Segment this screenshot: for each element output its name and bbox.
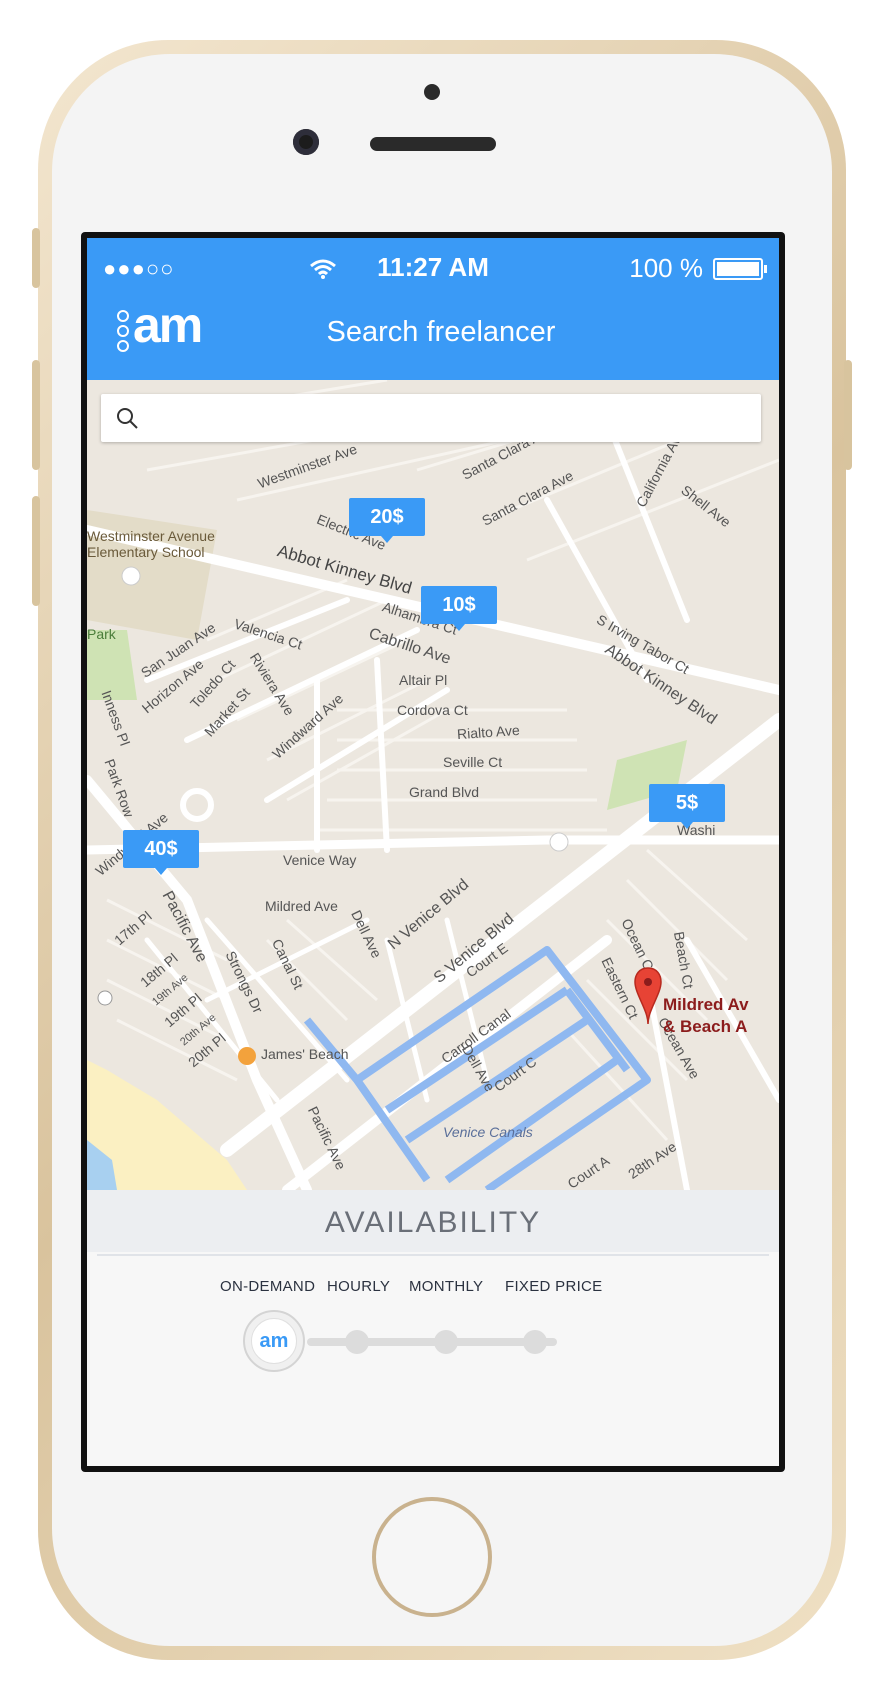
street-label: Riviera Ave: [246, 649, 298, 719]
battery-icon: [713, 258, 767, 280]
street-label: Beach Ct: [670, 930, 697, 990]
price-marker[interactable]: 20$: [349, 498, 425, 543]
price-marker[interactable]: 40$: [123, 830, 199, 875]
slider-stop-hourly[interactable]: [345, 1330, 369, 1354]
street-label: Dell Ave: [348, 907, 385, 961]
street-label: James' Beach: [261, 1046, 349, 1062]
street-label: Mildred Ave: [265, 898, 338, 914]
front-camera: [293, 129, 319, 155]
poi-label: Elementary School: [87, 544, 205, 560]
availability-panel: AVAILABILITY ON-DEMAND HOURLY MONTHLY FI…: [87, 1190, 779, 1466]
search-bar: [101, 394, 761, 444]
knob-logo: am: [251, 1318, 297, 1364]
street-label: Rialto Ave: [456, 721, 521, 743]
battery-percent: 100 %: [629, 253, 703, 283]
street-label: Court A: [564, 1152, 613, 1190]
street-label: Cordova Ct: [397, 702, 468, 718]
street-label: Park: [87, 626, 116, 642]
divider: [97, 1254, 769, 1256]
home-button[interactable]: [372, 1497, 492, 1617]
search-icon: [117, 408, 138, 429]
search-input[interactable]: [153, 394, 757, 444]
poi-label: Westminster Avenue: [87, 528, 215, 544]
mute-switch: [32, 228, 40, 288]
street-label: Santa Clara Ave: [479, 467, 576, 529]
slider-knob[interactable]: am: [243, 1310, 305, 1372]
app-header: ●●●○○ 11:27 AM 100 % am Search freelance…: [87, 238, 779, 380]
page-title: Search freelancer: [326, 316, 556, 348]
slider-stop-fixed-price[interactable]: [523, 1330, 547, 1354]
street-label: Dell Ave: [458, 1041, 499, 1095]
street-label: Inness Pl: [98, 688, 134, 748]
power-button: [844, 360, 852, 470]
street-label: Grand Blvd: [409, 784, 480, 800]
option-on-demand[interactable]: ON-DEMAND: [220, 1278, 315, 1295]
volume-down-button: [32, 496, 40, 606]
street-label: N Venice Blvd: [384, 876, 473, 954]
proximity-sensor: [424, 84, 440, 100]
street-label: Venice Canals: [443, 1124, 533, 1140]
street-label: Strongs Dr: [222, 948, 267, 1016]
street-label: 17th Pl: [110, 907, 155, 949]
pin-label-line: & Beach A: [663, 1017, 748, 1036]
street-label: Pacific Ave: [304, 1103, 350, 1173]
volume-up-button: [32, 360, 40, 470]
status-bar: ●●●○○ 11:27 AM 100 %: [87, 252, 779, 283]
pin-label: Mildred Av & Beach A: [663, 994, 749, 1038]
map-view[interactable]: Westminster Ave Santa Clara Ave Santa Cl…: [87, 380, 779, 1190]
price-marker[interactable]: 5$: [649, 784, 725, 829]
earpiece-speaker: [370, 137, 496, 151]
option-monthly[interactable]: MONTHLY: [409, 1278, 483, 1295]
street-label: Canal St: [268, 936, 307, 992]
street-label: Valencia Ct: [232, 615, 305, 653]
street-label: Seville Ct: [443, 754, 503, 770]
location-pin-icon[interactable]: [633, 966, 663, 1028]
street-label: Altair Pl: [399, 672, 448, 688]
street-label: Venice Way: [283, 852, 357, 868]
availability-title: AVAILABILITY: [324, 1206, 542, 1239]
option-fixed-price[interactable]: FIXED PRICE: [505, 1278, 602, 1295]
option-hourly[interactable]: HOURLY: [327, 1278, 390, 1295]
price-marker[interactable]: 10$: [421, 586, 497, 631]
street-label: 28th Ave: [625, 1138, 680, 1182]
street-label: Abbot Kinney Blvd: [275, 541, 414, 598]
street-label: Park Row: [101, 756, 138, 820]
availability-header: AVAILABILITY: [87, 1190, 779, 1252]
street-label: Shell Ave: [678, 481, 734, 531]
street-label: Court C: [490, 1053, 540, 1095]
street-label: Westminster Ave: [255, 440, 360, 492]
slider-stop-monthly[interactable]: [434, 1330, 458, 1354]
app-screen: ●●●○○ 11:27 AM 100 % am Search freelance…: [87, 238, 779, 1466]
pin-label-line: Mildred Av: [663, 995, 749, 1014]
